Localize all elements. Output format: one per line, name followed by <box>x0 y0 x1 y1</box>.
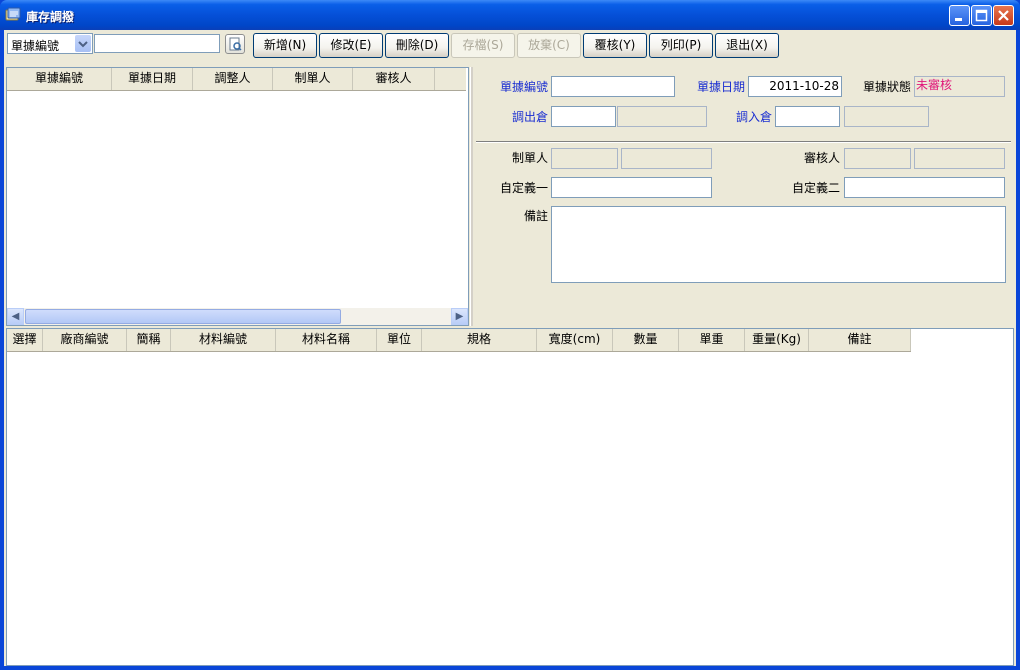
horizontal-scrollbar[interactable]: ◀ ▶ <box>7 308 468 325</box>
window-title: 庫存調撥 <box>26 10 75 24</box>
list-col-reviewer[interactable]: 審核人 <box>353 68 435 90</box>
detail-grid[interactable]: 選擇 廠商編號 簡稱 材料編號 材料名稱 單位 規格 寬度(cm) 數量 單重 … <box>6 328 1014 666</box>
search-input[interactable] <box>94 34 220 53</box>
out-warehouse-name-field <box>617 106 707 127</box>
out-warehouse-label: 調出倉 <box>511 110 548 124</box>
delete-button[interactable]: 刪除(D) <box>385 33 449 58</box>
doc-no-field[interactable] <box>551 76 675 97</box>
scroll-thumb[interactable] <box>25 309 341 324</box>
grid-col-weight[interactable]: 重量(Kg) <box>745 329 809 351</box>
search-field-select[interactable]: 單據編號 <box>7 33 93 54</box>
remark-label: 備註 <box>523 209 548 223</box>
new-button[interactable]: 新增(N) <box>253 33 317 58</box>
list-col-doc-date[interactable]: 單據日期 <box>112 68 193 90</box>
document-list[interactable]: 單據編號 單據日期 調整人 制單人 審核人 ◀ ▶ <box>6 67 469 326</box>
save-button[interactable]: 存檔(S) <box>451 33 515 58</box>
scroll-right-icon[interactable]: ▶ <box>451 308 468 325</box>
maximize-icon <box>975 9 988 22</box>
grid-col-unit[interactable]: 單位 <box>377 329 422 351</box>
status-field: 未審核 <box>914 76 1005 97</box>
grid-header: 選擇 廠商編號 簡稱 材料編號 材料名稱 單位 規格 寬度(cm) 數量 單重 … <box>7 329 911 352</box>
reviewer-label: 審核人 <box>803 151 840 165</box>
status-label: 單據狀態 <box>862 80 911 94</box>
close-icon <box>998 10 1009 21</box>
doc-date-label: 單據日期 <box>696 80 745 94</box>
close-button[interactable] <box>993 5 1014 26</box>
search-button[interactable] <box>225 34 245 54</box>
grid-col-width[interactable]: 寬度(cm) <box>537 329 613 351</box>
search-field-value: 單據編號 <box>11 39 60 53</box>
cancel-button[interactable]: 放棄(C) <box>517 33 581 58</box>
list-header: 單據編號 單據日期 調整人 制單人 審核人 <box>7 68 466 91</box>
grid-col-spec[interactable]: 規格 <box>422 329 537 351</box>
custom1-label: 自定義一 <box>499 181 548 195</box>
vertical-splitter[interactable] <box>470 67 473 326</box>
edit-button[interactable]: 修改(E) <box>319 33 383 58</box>
exit-button[interactable]: 退出(X) <box>715 33 779 58</box>
creator-name-field <box>621 148 712 169</box>
creator-label: 制單人 <box>511 151 548 165</box>
grid-col-remark[interactable]: 備註 <box>809 329 911 351</box>
in-warehouse-code-field[interactable] <box>775 106 840 127</box>
chevron-down-icon[interactable] <box>75 35 91 52</box>
main-window: 庫存調撥 單據編號 新增(N) 修改(E) 刪除(D) 存檔(S) 放棄(C) … <box>0 0 1020 670</box>
list-col-adjuster[interactable]: 調整人 <box>193 68 273 90</box>
list-col-doc-no[interactable]: 單據編號 <box>7 68 112 90</box>
grid-col-unit-weight[interactable]: 單重 <box>679 329 745 351</box>
reviewer-name-field <box>914 148 1005 169</box>
scroll-left-icon[interactable]: ◀ <box>7 308 24 325</box>
grid-col-material-no[interactable]: 材料編號 <box>171 329 276 351</box>
doc-date-field[interactable]: 2011-10-28 <box>748 76 842 97</box>
custom2-label: 自定義二 <box>791 181 840 195</box>
in-warehouse-name-field <box>844 106 929 127</box>
maximize-button[interactable] <box>971 5 992 26</box>
remark-textarea[interactable] <box>551 206 1006 283</box>
minimize-icon <box>955 18 962 21</box>
form-divider <box>476 141 1011 143</box>
print-button[interactable]: 列印(P) <box>649 33 713 58</box>
list-col-creator[interactable]: 制單人 <box>273 68 353 90</box>
grid-col-material-name[interactable]: 材料名稱 <box>276 329 377 351</box>
creator-code-field <box>551 148 618 169</box>
in-warehouse-label: 調入倉 <box>735 110 772 124</box>
title-bar[interactable]: 庫存調撥 <box>0 0 1020 30</box>
out-warehouse-code-field[interactable] <box>551 106 616 127</box>
grid-col-quantity[interactable]: 數量 <box>613 329 679 351</box>
grid-col-select[interactable]: 選擇 <box>7 329 43 351</box>
grid-col-short-name[interactable]: 簡稱 <box>127 329 171 351</box>
app-icon <box>5 7 21 21</box>
reviewer-code-field <box>844 148 911 169</box>
grid-col-vendor-no[interactable]: 廠商編號 <box>43 329 127 351</box>
review-button[interactable]: 覆核(Y) <box>583 33 647 58</box>
doc-no-label: 單據編號 <box>499 80 548 94</box>
client-area: 單據編號 新增(N) 修改(E) 刪除(D) 存檔(S) 放棄(C) 覆核(Y)… <box>4 30 1016 666</box>
custom2-field[interactable] <box>844 177 1005 198</box>
minimize-button[interactable] <box>949 5 970 26</box>
custom1-field[interactable] <box>551 177 712 198</box>
document-search-icon <box>229 37 242 51</box>
